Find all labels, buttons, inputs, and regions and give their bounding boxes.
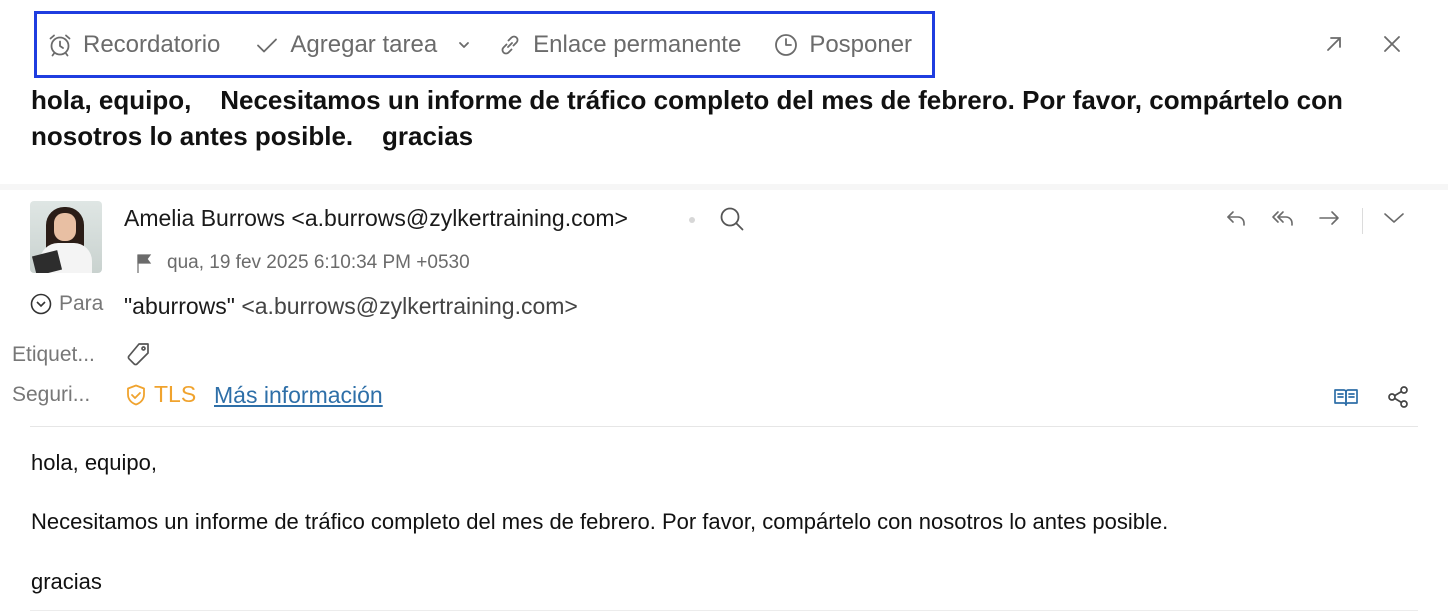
reply-all-button[interactable] <box>1270 205 1296 236</box>
body-closing: gracias <box>31 569 102 594</box>
email-subject: hola, equipo, Necesitamos un informe de … <box>31 85 1351 151</box>
message-actions <box>1224 205 1407 236</box>
tags-label: Etiquet... <box>12 343 95 366</box>
header-divider <box>0 184 1448 190</box>
close-icon[interactable] <box>1380 32 1404 56</box>
reminder-label: Recordatorio <box>83 30 221 58</box>
flag-icon[interactable] <box>134 252 156 274</box>
body-content: Necesitamos un informe de tráfico comple… <box>31 509 1169 534</box>
view-tools <box>1332 383 1412 411</box>
bottom-divider <box>30 610 1418 611</box>
tls-text: TLS <box>154 381 197 407</box>
shield-check-icon <box>127 384 145 405</box>
tls-badge: TLS <box>124 381 196 408</box>
status-dot <box>689 217 695 223</box>
snooze-label: Posponer <box>809 30 913 58</box>
permalink-label: Enlace permanente <box>533 30 742 58</box>
link-icon <box>501 35 519 54</box>
to-label: Para <box>59 292 104 315</box>
forward-icon <box>1319 211 1339 225</box>
tag-icon <box>127 343 149 366</box>
more-info-link[interactable]: Más información <box>214 382 383 409</box>
sender-search-button[interactable] <box>718 205 746 238</box>
clock-icon <box>775 33 798 56</box>
recipient[interactable]: "aburrows" <a.burrows@zylkertraining.com… <box>124 293 578 320</box>
expand-icon[interactable] <box>1322 32 1346 56</box>
recipients-toggle[interactable]: Para <box>30 292 103 316</box>
reply-button[interactable] <box>1224 205 1250 236</box>
body-divider <box>30 426 1418 427</box>
add-task-dropdown[interactable] <box>457 38 471 52</box>
chevron-down-icon <box>1384 213 1404 223</box>
window-controls <box>1322 32 1404 56</box>
share-icon[interactable] <box>1384 383 1412 411</box>
forward-button[interactable] <box>1316 205 1342 236</box>
reply-icon <box>1227 211 1245 226</box>
actions-divider <box>1362 207 1363 234</box>
recipient-name: "aburrows" <box>124 293 235 319</box>
permalink-button[interactable]: Enlace permanente <box>497 31 741 59</box>
avatar[interactable] <box>30 201 102 273</box>
sender-name[interactable]: Amelia Burrows <a.burrows@zylkertraining… <box>124 205 628 232</box>
add-task-button[interactable]: Agregar tarea <box>254 31 437 59</box>
reply-all-icon <box>1272 211 1293 226</box>
add-tag-button[interactable] <box>124 341 152 374</box>
more-actions-button[interactable] <box>1381 205 1407 236</box>
sent-date: qua, 19 fev 2025 6:10:34 PM +0530 <box>167 252 470 273</box>
chevron-circle-icon <box>30 293 52 315</box>
security-label: Seguri... <box>12 383 91 406</box>
toolbar: Recordatorio Agregar tarea Enlace perman… <box>34 11 935 78</box>
date-row: qua, 19 fev 2025 6:10:34 PM +0530 <box>134 252 470 274</box>
reminder-button[interactable]: Recordatorio <box>47 31 220 59</box>
add-task-label: Agregar tarea <box>290 30 438 58</box>
reader-mode-icon[interactable] <box>1332 383 1360 411</box>
body-greeting: hola, equipo, <box>31 450 157 475</box>
search-icon <box>720 207 744 231</box>
snooze-button[interactable]: Posponer <box>773 31 912 59</box>
checkmark-icon <box>257 38 278 52</box>
alarm-clock-icon <box>49 34 71 56</box>
recipient-address: <a.burrows@zylkertraining.com> <box>241 293 578 319</box>
chevron-down-icon <box>459 41 470 48</box>
